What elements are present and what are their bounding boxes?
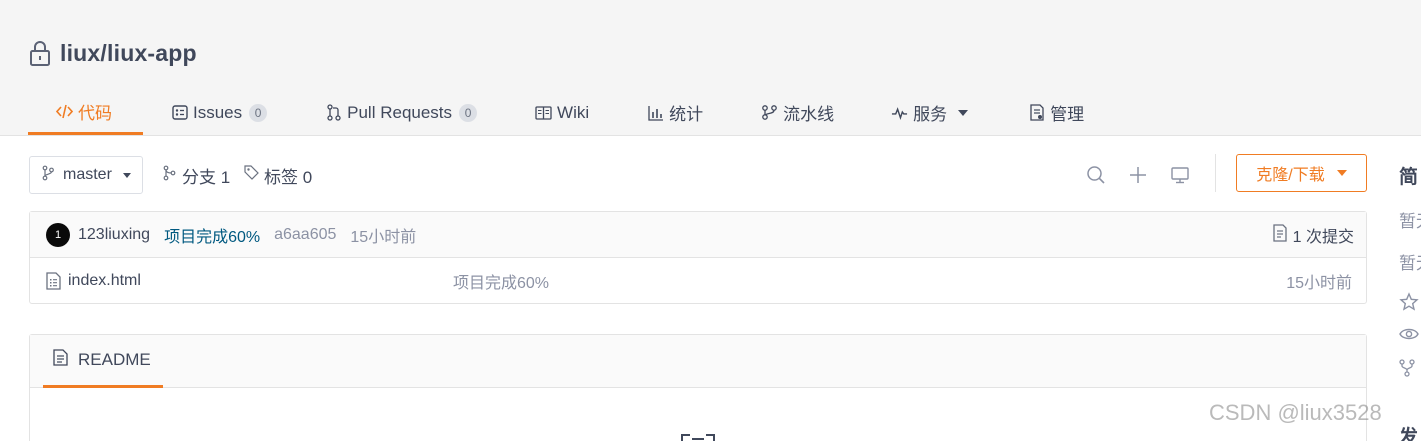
tab-label: 统计 [669, 105, 704, 124]
issues-count-badge: 0 [249, 103, 268, 122]
commit-hash[interactable]: a6aa605 [274, 226, 336, 244]
tab-issues[interactable]: Issues 0 [171, 90, 268, 135]
table-row[interactable]: index.html 项目完成60% 15小时前 [30, 258, 1366, 304]
pull-requests-count-badge: 0 [459, 103, 478, 122]
tags-link[interactable]: 标签 0 [244, 156, 312, 194]
tab-code[interactable]: 代码 [28, 90, 143, 135]
commit-count: 1 次提交 [1292, 229, 1354, 246]
readme-tab-label: README [78, 350, 151, 369]
tab-pull-requests[interactable]: Pull Requests 0 [325, 90, 478, 135]
tab-pipeline[interactable]: 流水线 [761, 90, 834, 135]
fork-icon[interactable] [1399, 359, 1419, 379]
commit-history-icon [1272, 223, 1288, 247]
clone-download-button[interactable]: 克隆/下载 [1236, 154, 1367, 192]
empty-readme-icon [680, 432, 716, 441]
tab-label: 管理 [1050, 105, 1085, 124]
wiki-icon [535, 104, 552, 121]
file-commit-message[interactable]: 项目完成60% [453, 269, 549, 293]
chevron-down-icon [958, 109, 969, 116]
file-icon [46, 272, 62, 290]
tab-label: 流水线 [783, 105, 835, 124]
web-ide-icon[interactable] [1169, 164, 1191, 186]
search-icon[interactable] [1085, 164, 1107, 186]
tab-label: Issues [193, 102, 243, 122]
tab-manage[interactable]: 管理 [1028, 90, 1084, 135]
eye-icon[interactable] [1399, 326, 1419, 346]
repo-name[interactable]: liux/liux-app [60, 40, 197, 67]
avatar[interactable]: 1 [46, 222, 70, 247]
tab-label: Pull Requests [347, 102, 453, 122]
clone-download-label: 克隆/下载 [1256, 167, 1325, 184]
issues-icon [171, 104, 188, 121]
repo-header: liux/liux-app 代码 Issues 0 Pull Requests … [0, 0, 1421, 136]
star-icon[interactable] [1399, 292, 1419, 312]
sidebar-homepage: 暂无 [1399, 254, 1421, 273]
chevron-down-icon [1336, 170, 1347, 176]
toolbar-divider [1215, 154, 1216, 192]
tab-label: Wiki [557, 102, 590, 122]
branch-select[interactable]: master [29, 156, 143, 194]
tab-readme[interactable]: README [43, 335, 163, 388]
repo-tabs: 代码 Issues 0 Pull Requests 0 Wiki 统计 流水线 … [28, 90, 1084, 136]
tags-count: 标签 0 [264, 167, 313, 187]
commit-author[interactable]: 123liuxing [78, 226, 150, 244]
branch-icon [163, 165, 177, 186]
file-time: 15小时前 [1286, 275, 1352, 292]
watermark: CSDN @liux3528 [1209, 400, 1382, 425]
pull-request-icon [325, 104, 342, 121]
chevron-down-icon [122, 172, 131, 178]
tab-label: 服务 [913, 105, 948, 124]
tag-icon [244, 165, 259, 185]
settings-doc-icon [1028, 104, 1045, 121]
readme-icon [53, 349, 68, 371]
commit-message[interactable]: 项目完成60% [164, 223, 260, 247]
lock-icon [28, 38, 52, 68]
latest-commit-row: 1 123liuxing 项目完成60% a6aa605 15小时前 1 次提交 [30, 212, 1366, 258]
branches-count: 分支 1 [182, 167, 231, 187]
sidebar-releases-title: 发 [1399, 427, 1419, 441]
tab-stats[interactable]: 统计 [647, 90, 703, 135]
sidebar-description: 暂无 [1399, 212, 1421, 231]
branches-link[interactable]: 分支 1 [163, 156, 230, 194]
branch-name: master [63, 166, 112, 183]
add-file-icon[interactable] [1127, 164, 1149, 186]
file-list: 1 123liuxing 项目完成60% a6aa605 15小时前 1 次提交… [29, 211, 1367, 304]
code-icon [56, 103, 73, 120]
readme-header: README [30, 335, 1366, 388]
stats-icon [647, 104, 664, 121]
branch-icon [42, 165, 54, 186]
commit-count-link[interactable]: 1 次提交 [1272, 212, 1354, 258]
tab-label: 代码 [78, 103, 112, 123]
readme-panel: README [29, 334, 1367, 441]
repo-title: liux/liux-app [28, 38, 197, 68]
file-name[interactable]: index.html [68, 272, 141, 290]
tab-wiki[interactable]: Wiki [535, 90, 589, 135]
commit-time: 15小时前 [350, 228, 417, 246]
pulse-icon [891, 104, 908, 121]
repo-toolbar: master 分支 1 标签 0 克隆/下载 [29, 154, 1367, 194]
tab-services[interactable]: 服务 [891, 90, 969, 135]
sidebar-title: 简 [1399, 167, 1419, 188]
pipeline-icon [761, 104, 778, 121]
